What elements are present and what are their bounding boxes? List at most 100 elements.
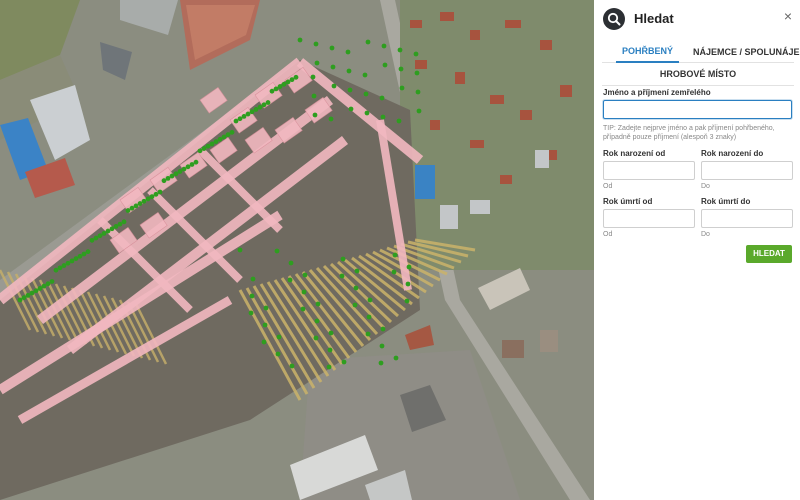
tree-marker xyxy=(21,295,27,301)
tree-marker xyxy=(314,318,320,324)
tree-marker xyxy=(365,39,371,45)
tree-marker xyxy=(29,290,35,296)
tree-marker xyxy=(253,107,259,112)
death-from-label: Rok úmrtí od xyxy=(603,197,653,206)
tree-marker xyxy=(314,60,320,66)
tree-marker xyxy=(399,85,405,91)
tree-marker xyxy=(229,129,235,135)
tree-marker xyxy=(277,84,283,89)
tree-marker xyxy=(329,45,335,51)
tree-marker xyxy=(331,83,337,89)
tree-marker xyxy=(237,116,243,122)
tree-marker xyxy=(302,272,308,278)
tree-marker xyxy=(328,330,334,336)
tree-marker xyxy=(393,355,399,361)
tree-marker xyxy=(362,72,368,78)
tree-marker xyxy=(379,343,385,349)
tree-marker xyxy=(327,347,333,353)
tree-marker xyxy=(380,326,386,332)
tree-marker xyxy=(125,208,131,213)
tree-marker xyxy=(177,169,183,174)
tree-marker xyxy=(57,265,63,271)
tree-marker xyxy=(41,283,47,289)
tree-marker xyxy=(248,310,254,316)
tree-marker xyxy=(250,276,256,282)
cemetery-map[interactable] xyxy=(0,0,594,500)
birth-to-label: Rok narození do xyxy=(701,149,764,158)
tab-pohrbeny[interactable]: POHŘBENÝ xyxy=(616,46,680,63)
tree-marker xyxy=(330,64,336,70)
tree-marker xyxy=(346,68,352,74)
tree-marker xyxy=(17,297,23,303)
panel-title: Hledat xyxy=(634,11,674,26)
tree-marker xyxy=(237,247,243,253)
tree-marker xyxy=(69,258,75,264)
close-icon[interactable]: × xyxy=(784,9,792,23)
tree-marker xyxy=(161,178,167,184)
tree-marker xyxy=(265,100,271,105)
tree-marker xyxy=(415,89,421,95)
tree-marker xyxy=(300,306,306,312)
tree-marker xyxy=(121,219,127,225)
tree-marker xyxy=(197,148,203,154)
tree-marker xyxy=(113,224,119,229)
tree-marker xyxy=(169,173,175,179)
tree-marker xyxy=(276,334,282,340)
tree-marker xyxy=(274,248,280,254)
tree-marker xyxy=(209,141,215,147)
tree-marker xyxy=(380,114,386,120)
search-tabs: POHŘBENÝ NÁJEMCE / SPOLUNÁJEMCE HROBOVÉ … xyxy=(602,40,800,86)
name-tip: TIP: Zadejte nejprve jméno a pak příjmen… xyxy=(603,125,775,141)
submit-search-button[interactable]: HLEDAT xyxy=(746,245,792,263)
tree-marker xyxy=(153,191,159,197)
tree-marker xyxy=(326,364,332,370)
name-input[interactable] xyxy=(603,100,792,119)
birth-from-hint: Od xyxy=(603,183,613,190)
birth-to-input[interactable] xyxy=(701,161,793,180)
tree-marker xyxy=(101,231,107,236)
birth-from-input[interactable] xyxy=(603,161,695,180)
tree-marker xyxy=(249,109,255,115)
tab-hrobove-misto[interactable]: HROBOVÉ MÍSTO xyxy=(654,63,742,84)
tree-marker xyxy=(263,305,269,311)
tree-marker xyxy=(364,110,370,116)
tree-marker xyxy=(97,233,103,239)
death-to-label: Rok úmrtí do xyxy=(701,197,751,206)
tree-marker xyxy=(73,256,79,261)
tree-marker xyxy=(37,286,43,291)
death-to-hint: Do xyxy=(701,231,710,238)
tab-najemce[interactable]: NÁJEMCE / SPOLUNÁJEMCE xyxy=(687,47,800,62)
tree-marker xyxy=(117,221,123,227)
death-to-input[interactable] xyxy=(701,209,793,228)
tree-marker xyxy=(396,118,402,124)
tree-marker xyxy=(53,267,59,273)
tree-marker xyxy=(289,363,295,369)
tree-marker xyxy=(281,81,287,87)
tree-marker xyxy=(193,159,199,165)
name-label: Jméno a příjmení zemřelého xyxy=(603,88,711,97)
tree-marker xyxy=(262,322,268,328)
search-icon[interactable] xyxy=(603,8,625,30)
tree-marker xyxy=(315,301,321,307)
tree-marker xyxy=(241,114,247,119)
tree-marker xyxy=(233,118,239,124)
search-panel: Hledat × POHŘBENÝ NÁJEMCE / SPOLUNÁJEMCE… xyxy=(594,0,800,500)
tree-marker xyxy=(297,37,303,43)
tree-marker xyxy=(45,281,51,287)
panel-header: Hledat × xyxy=(594,0,800,38)
tree-marker xyxy=(89,237,95,243)
tree-marker xyxy=(311,93,317,99)
tree-marker xyxy=(165,175,171,181)
tree-marker xyxy=(416,108,422,114)
tree-marker xyxy=(398,66,404,72)
tree-marker xyxy=(414,70,420,76)
tree-marker xyxy=(310,74,316,80)
tree-marker xyxy=(379,95,385,101)
tree-marker xyxy=(348,106,354,112)
aerial-map-layer[interactable] xyxy=(0,0,594,500)
tree-marker xyxy=(289,77,295,83)
tree-marker xyxy=(391,269,397,275)
death-from-input[interactable] xyxy=(603,209,695,228)
tree-marker xyxy=(413,51,419,57)
tree-marker xyxy=(225,132,231,138)
